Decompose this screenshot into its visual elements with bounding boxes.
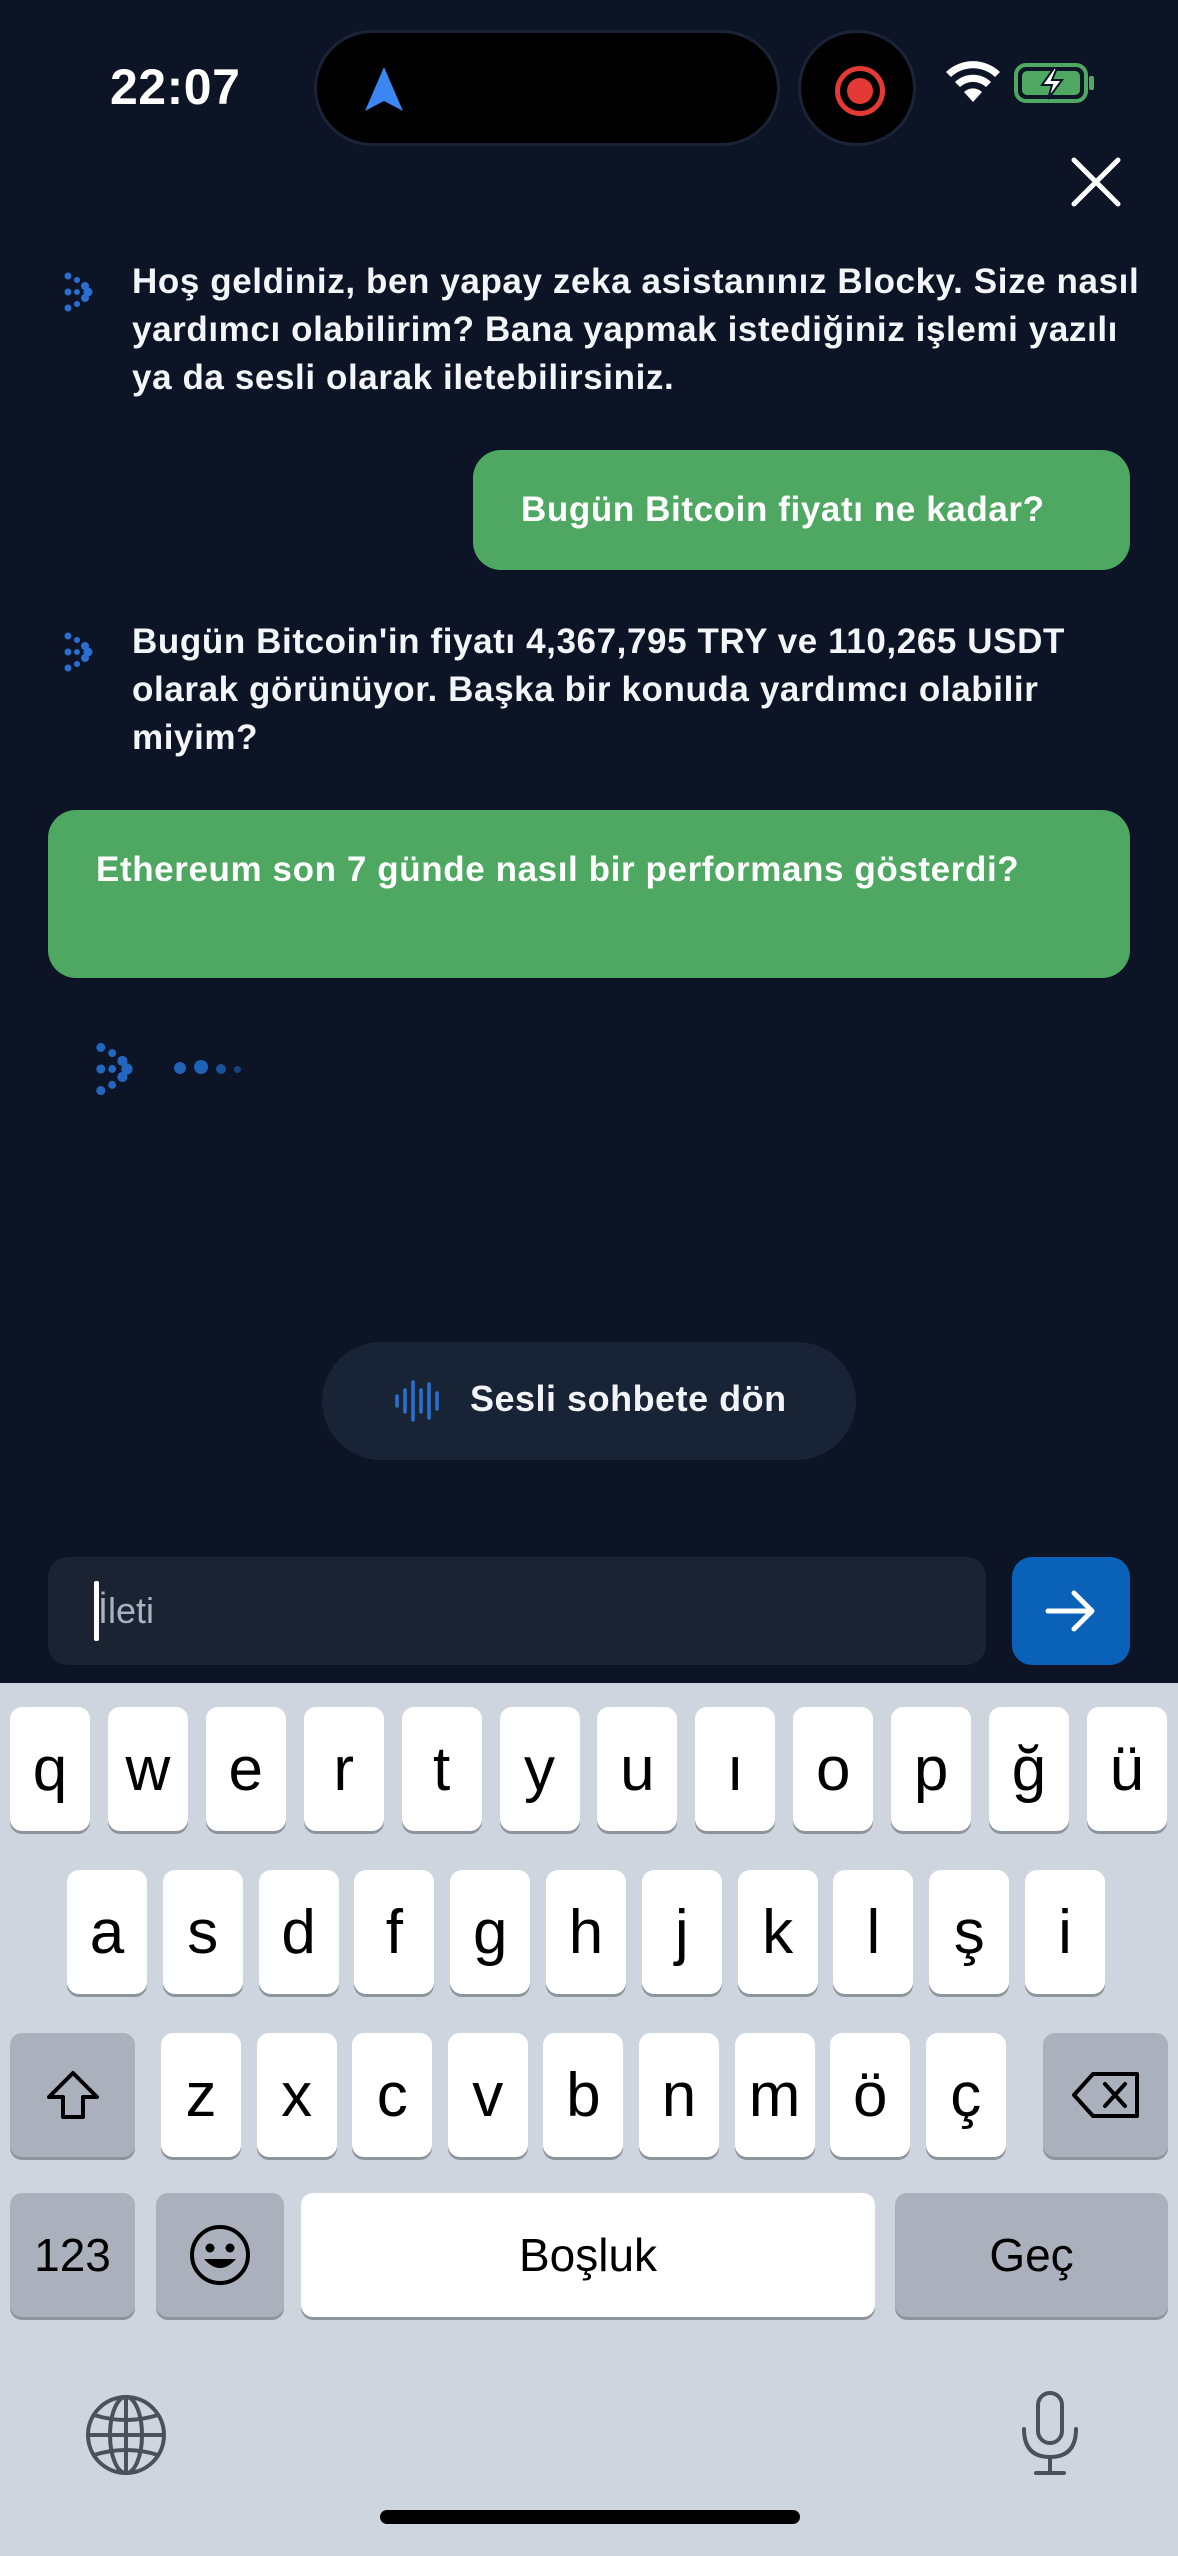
key-ü[interactable]: ü (1086, 1707, 1167, 1831)
user-message-text: Bugün Bitcoin fiyatı ne kadar? (521, 490, 1045, 529)
key-h[interactable]: h (546, 1870, 626, 1994)
key-o[interactable]: o (793, 1707, 874, 1831)
user-message-text: Ethereum son 7 günde nasıl bir performan… (96, 850, 1020, 889)
key-q[interactable]: q (10, 1707, 90, 1831)
bot-message: Hoş geldiniz, ben yapay zeka asistanınız… (132, 262, 1140, 397)
message-input-container[interactable] (48, 1557, 986, 1665)
key-c[interactable]: c (352, 2033, 433, 2157)
key-y[interactable]: y (499, 1707, 580, 1831)
sound-wave-icon (395, 1380, 439, 1422)
user-message-bubble: Ethereum son 7 günde nasıl bir performan… (48, 810, 1130, 978)
close-icon[interactable] (1064, 150, 1128, 214)
key-ş[interactable]: ş (929, 1870, 1010, 1994)
return-key[interactable]: Geç (895, 2193, 1168, 2317)
key-m[interactable]: m (734, 2033, 815, 2157)
key-i[interactable]: i (1025, 1870, 1105, 1994)
status-time: 22:07 (110, 59, 241, 115)
key-l[interactable]: l (833, 1870, 914, 1994)
key-ö[interactable]: ö (830, 2033, 911, 2157)
emoji-key[interactable] (156, 2193, 284, 2317)
key-s[interactable]: s (162, 1870, 243, 1994)
navigation-arrow-icon (365, 67, 403, 111)
recording-indicator (798, 30, 916, 146)
shift-icon (46, 2071, 99, 2119)
space-key[interactable]: Boşluk (301, 2193, 875, 2317)
wifi-icon (946, 61, 1000, 102)
blocky-logo-icon (64, 272, 93, 312)
backspace-icon (1071, 2072, 1139, 2118)
key-p[interactable]: p (891, 1707, 972, 1831)
key-ç[interactable]: ç (925, 2033, 1006, 2157)
keyboard: qwertyuıopğü asdfghjklşi zxcvbnmöç 123 B… (0, 1683, 1178, 2556)
arrow-right-icon (1045, 1590, 1095, 1632)
key-r[interactable]: r (303, 1707, 384, 1831)
key-d[interactable]: d (258, 1870, 339, 1994)
key-x[interactable]: x (256, 2033, 337, 2157)
bot-message: Bugün Bitcoin'in fiyatı 4,367,795 TRY ve… (132, 622, 1065, 757)
backspace-key[interactable] (1043, 2033, 1168, 2157)
battery-charging-icon (1014, 63, 1094, 103)
dynamic-island (314, 30, 780, 146)
voice-chat-label: Sesli sohbete dön (470, 1378, 787, 1419)
key-b[interactable]: b (543, 2033, 624, 2157)
key-f[interactable]: f (354, 1870, 435, 1994)
key-t[interactable]: t (401, 1707, 482, 1831)
key-u[interactable]: u (597, 1707, 678, 1831)
message-input[interactable] (48, 1557, 986, 1665)
microphone-icon[interactable] (1018, 2389, 1082, 2479)
key-ğ[interactable]: ğ (989, 1707, 1069, 1831)
key-n[interactable]: n (639, 2033, 719, 2157)
text-caret (94, 1581, 99, 1641)
blocky-logo-icon (64, 632, 93, 672)
typing-indicator (174, 1054, 254, 1084)
key-v[interactable]: v (447, 2033, 528, 2157)
user-message-bubble: Bugün Bitcoin fiyatı ne kadar? (473, 450, 1130, 570)
key-g[interactable]: g (450, 1870, 531, 1994)
key-e[interactable]: e (205, 1707, 286, 1831)
key-j[interactable]: j (641, 1870, 722, 1994)
home-indicator (380, 2510, 800, 2524)
shift-key[interactable] (10, 2033, 135, 2157)
key-w[interactable]: w (107, 1707, 188, 1831)
voice-chat-button[interactable]: Sesli sohbete dön (322, 1342, 856, 1460)
key-z[interactable]: z (161, 2033, 241, 2157)
globe-icon[interactable] (84, 2393, 168, 2477)
key-k[interactable]: k (737, 1870, 818, 1994)
emoji-icon (190, 2225, 250, 2285)
key-a[interactable]: a (67, 1870, 147, 1994)
key-ı[interactable]: ı (695, 1707, 776, 1831)
numbers-key[interactable]: 123 (10, 2193, 135, 2317)
send-button[interactable] (1012, 1557, 1130, 1665)
blocky-logo-icon (96, 1042, 133, 1096)
